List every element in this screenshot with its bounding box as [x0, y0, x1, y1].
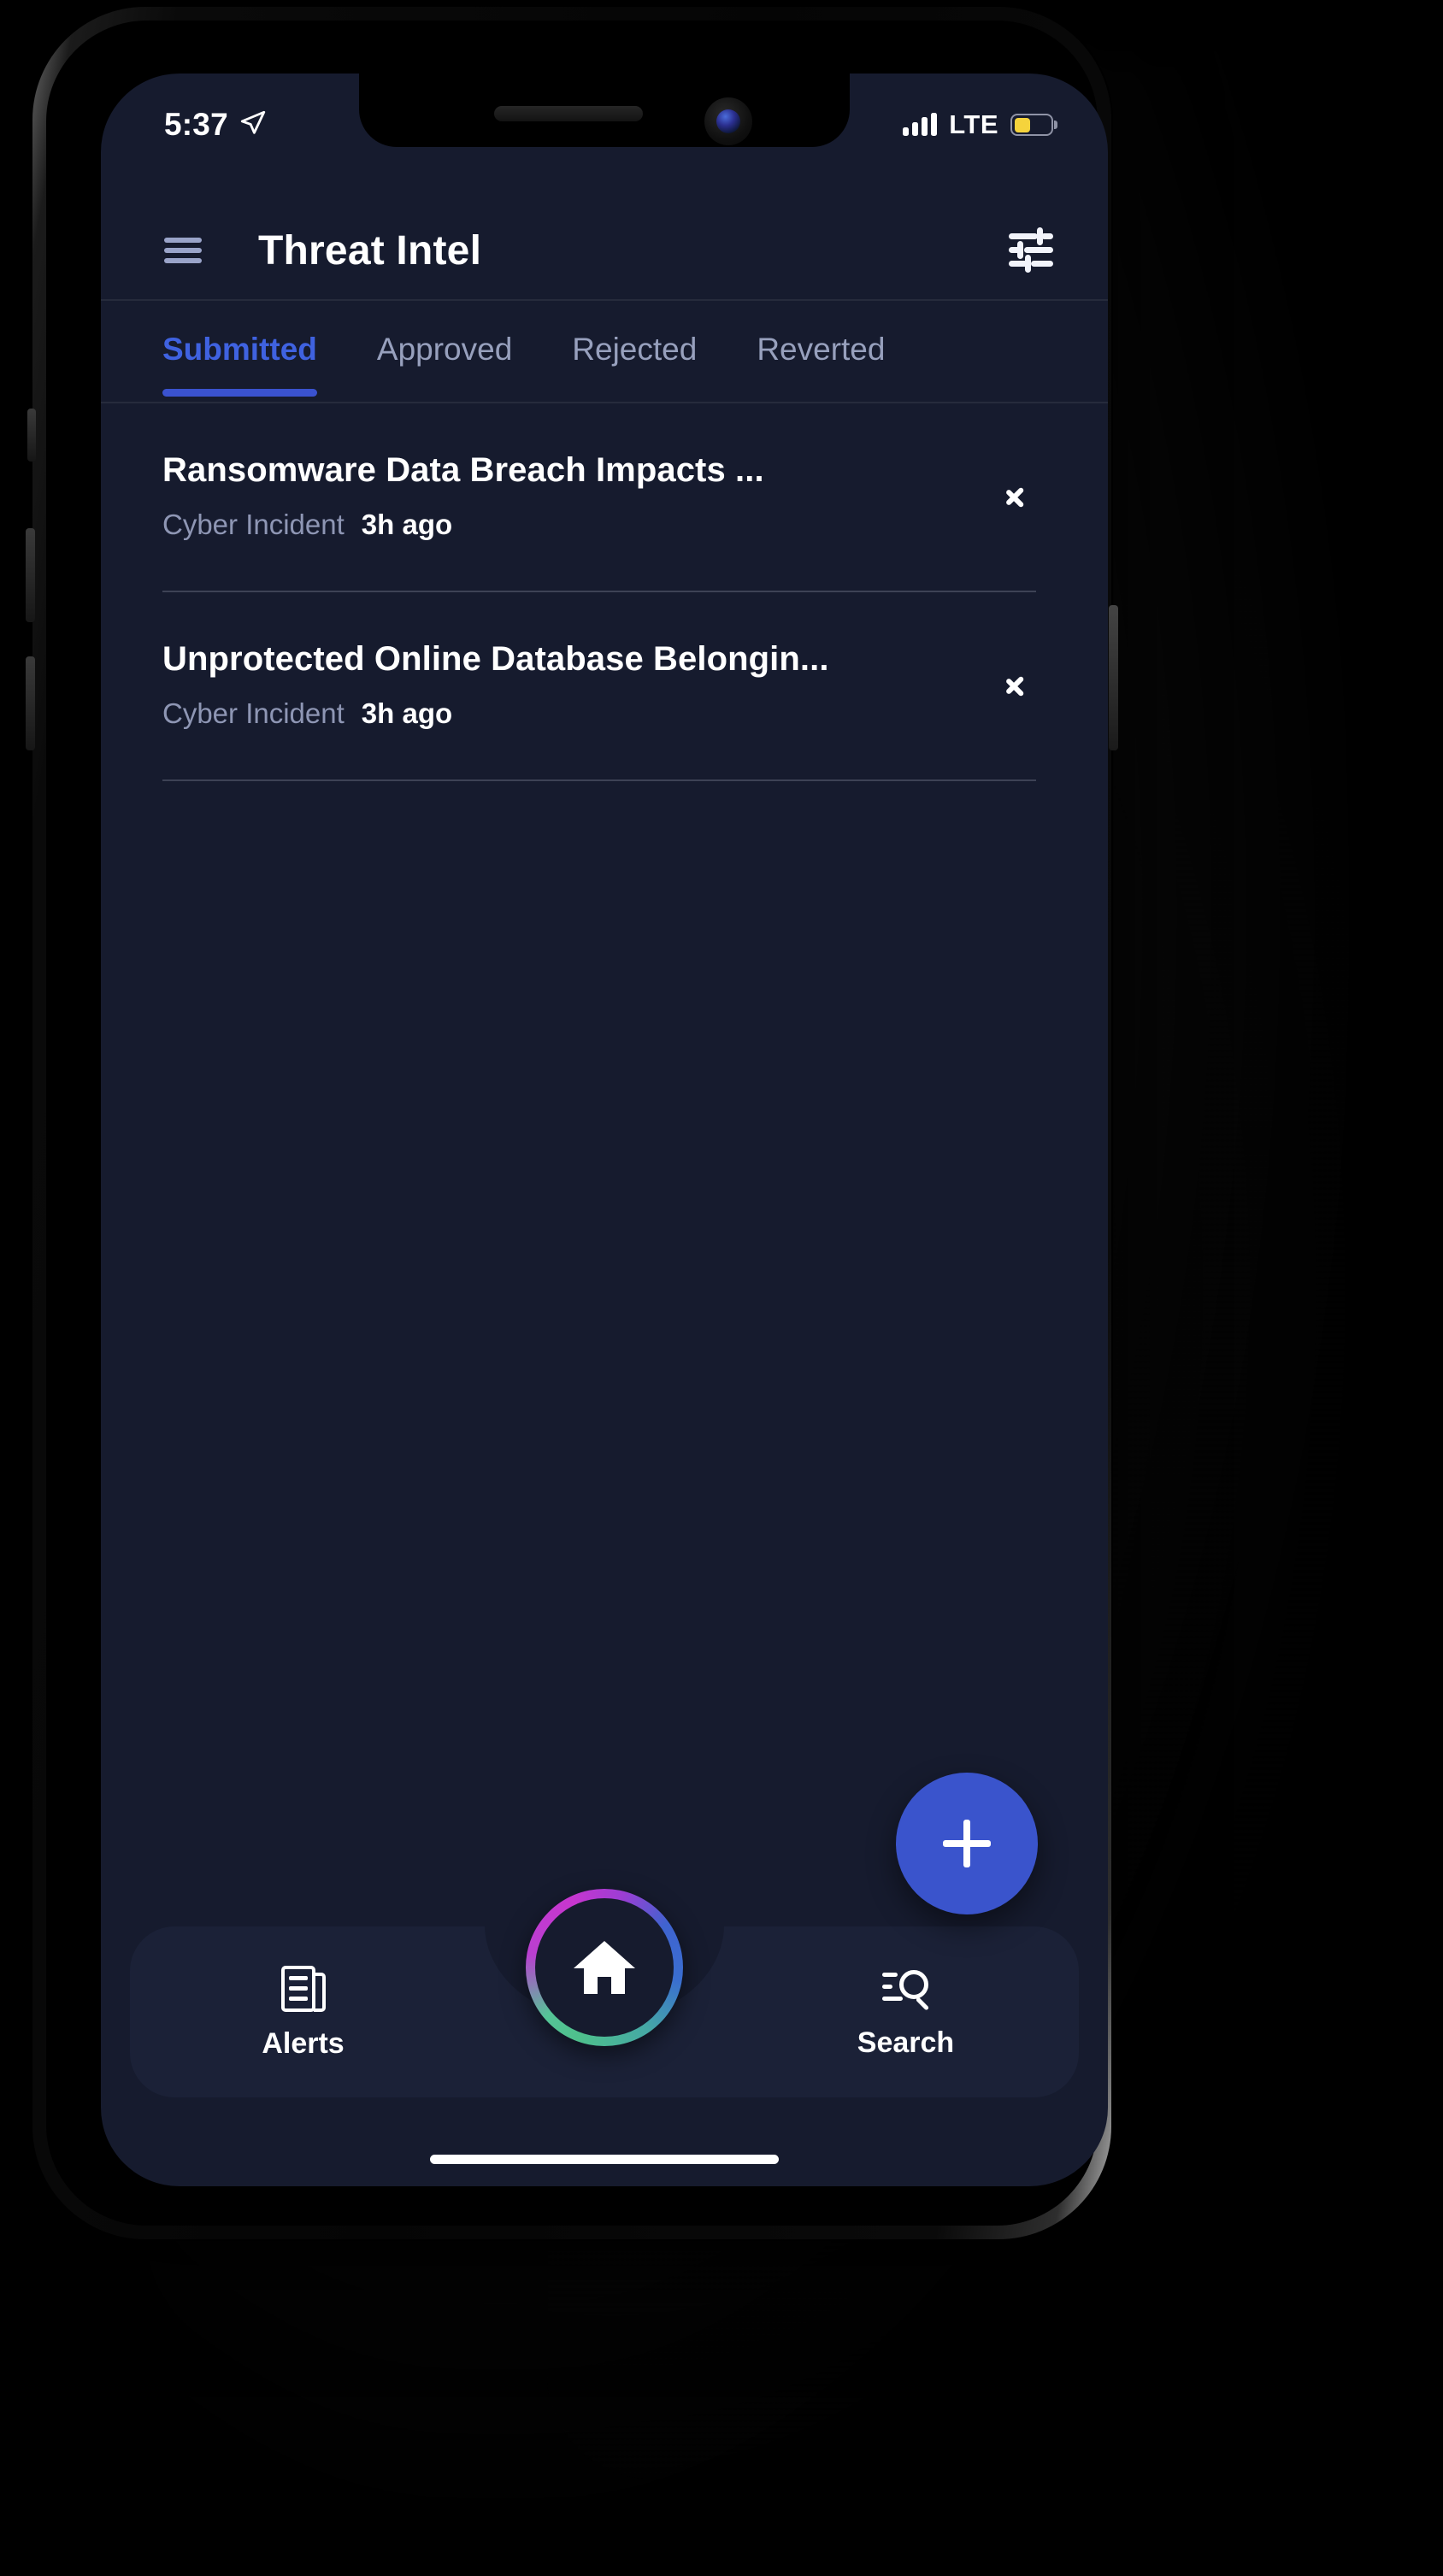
volume-down-button[interactable] [26, 656, 35, 750]
nav-item-alerts[interactable]: Alerts [130, 1964, 476, 2061]
screenshot-stage: 5:37 LTE Threat Intel Submitted Approved… [0, 0, 1443, 2576]
list-divider [162, 779, 1036, 781]
location-arrow-icon [239, 109, 268, 142]
hamburger-menu-icon[interactable] [164, 238, 202, 263]
home-button-inner [535, 1898, 674, 2037]
phone-screen: 5:37 LTE Threat Intel Submitted Approved… [101, 74, 1108, 2186]
tab-reverted[interactable]: Reverted [757, 332, 885, 397]
carrier-label: LTE [949, 109, 998, 139]
nav-item-search-label: Search [857, 2026, 955, 2059]
search-list-icon [881, 1965, 930, 2011]
chevron-right-icon[interactable] [1005, 668, 1024, 703]
list-item-meta: Cyber Incident 3h ago [162, 697, 981, 730]
nav-item-home[interactable] [526, 1889, 683, 2046]
front-camera-icon [704, 97, 752, 145]
list-item-meta: Cyber Incident 3h ago [162, 509, 981, 541]
cellular-bars-icon [903, 113, 938, 136]
power-button[interactable] [1109, 605, 1118, 750]
page-title: Threat Intel [258, 227, 482, 273]
tab-reverted-label: Reverted [757, 332, 886, 367]
tune-sliders-icon[interactable] [1009, 227, 1053, 273]
tab-approved[interactable]: Approved [377, 332, 512, 397]
status-bar-right: LTE [903, 109, 1053, 140]
plus-icon-bar [943, 1840, 991, 1847]
list-item-body: Unprotected Online Database Belongin... … [162, 640, 981, 730]
newspaper-icon [280, 1964, 326, 2012]
tab-active-indicator [162, 389, 317, 397]
list-item-category: Cyber Incident [162, 509, 345, 540]
tab-submitted[interactable]: Submitted [162, 332, 317, 397]
phone-device-frame: 5:37 LTE Threat Intel Submitted Approved… [26, 7, 1118, 2239]
list-item-title: Unprotected Online Database Belongin... [162, 640, 829, 678]
tab-rejected-label: Rejected [572, 332, 698, 367]
list-item[interactable]: Unprotected Online Database Belongin... … [162, 592, 1046, 779]
list-item[interactable]: Ransomware Data Breach Impacts ... Cyber… [162, 403, 1046, 591]
chevron-right-icon[interactable] [1005, 479, 1024, 514]
display-notch [359, 74, 850, 147]
battery-fill [1014, 117, 1030, 132]
list-item-time: 3h ago [361, 509, 453, 540]
status-bar-left: 5:37 [164, 107, 268, 143]
camera-lens [716, 109, 740, 133]
app-header: Threat Intel [101, 202, 1108, 299]
tab-approved-label: Approved [376, 332, 513, 367]
nav-item-alerts-label: Alerts [262, 2026, 345, 2060]
volume-up-button[interactable] [26, 528, 35, 622]
battery-low-power-icon [1010, 114, 1053, 136]
status-tabs: Submitted Approved Rejected Reverted [101, 301, 1108, 402]
earpiece-speaker-icon [494, 106, 643, 121]
nav-item-search[interactable]: Search [733, 1965, 1079, 2060]
home-icon [574, 1941, 635, 1994]
status-time: 5:37 [164, 107, 228, 142]
list-item-category: Cyber Incident [162, 697, 345, 729]
add-button[interactable] [896, 1773, 1038, 1914]
list-item-title: Ransomware Data Breach Impacts ... [162, 451, 764, 489]
home-indicator[interactable] [430, 2155, 779, 2164]
list-item-time: 3h ago [361, 697, 453, 729]
tab-submitted-label: Submitted [162, 332, 317, 367]
mute-switch[interactable] [27, 409, 36, 462]
list-item-body: Ransomware Data Breach Impacts ... Cyber… [162, 451, 981, 541]
tab-rejected[interactable]: Rejected [572, 332, 697, 397]
